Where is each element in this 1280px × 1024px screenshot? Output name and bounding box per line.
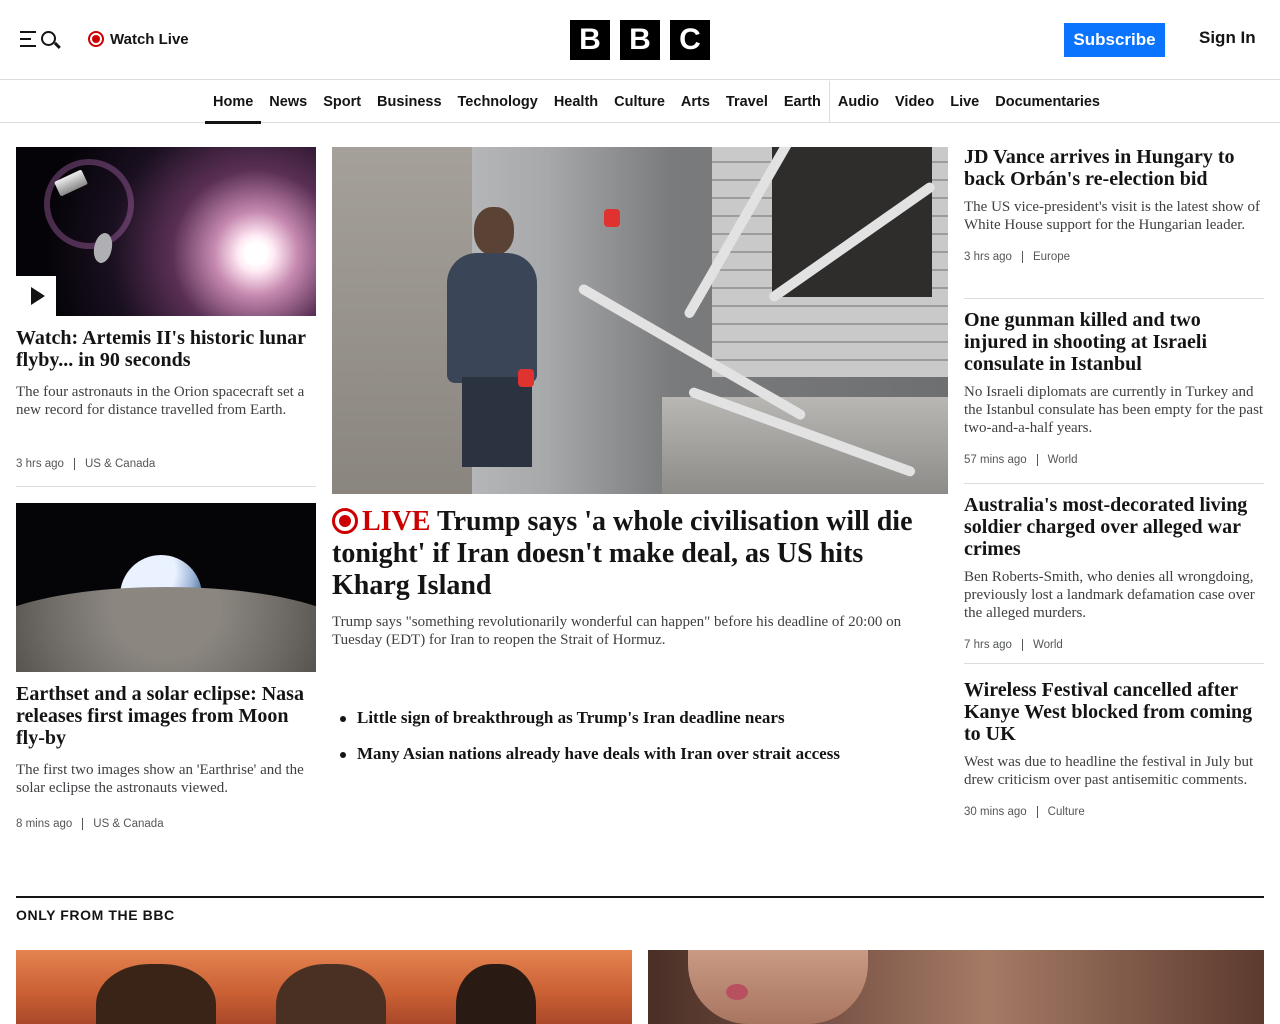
story-category[interactable]: US & Canada [73,458,155,470]
story-summary: The US vice-president's visit is the lat… [964,199,1260,233]
sign-in-link[interactable]: Sign In [1199,28,1256,48]
menu-icon [20,31,36,52]
story-category[interactable]: World [1021,639,1063,651]
nav-item-travel[interactable]: Travel [718,81,776,123]
story-headline[interactable]: Wireless Festival cancelled after Kanye … [964,679,1264,745]
person-shape [276,964,386,1024]
logo-letter-b1: B [570,20,610,60]
story-category[interactable]: World [1036,454,1077,466]
story-category[interactable]: US & Canada [82,818,164,830]
search-icon [41,31,56,46]
nav-item-technology[interactable]: Technology [450,81,546,123]
live-dot-icon [88,31,104,47]
story-meta-earthset: 8 mins ago US & Canada [16,818,164,830]
menu-search-button[interactable] [20,28,64,52]
artemis-flyby-image[interactable] [16,147,316,316]
nav-item-audio[interactable]: Audio [828,81,887,123]
story-summary-artemis: The four astronauts in the Orion spacecr… [16,384,305,418]
worker-legs [462,377,532,467]
story-headline[interactable]: One gunman killed and two injured in sho… [964,309,1264,375]
watch-live-label: Watch Live [110,30,189,48]
nav-item-earth[interactable]: Earth [776,81,829,123]
related-link[interactable]: Many Asian nations already have deals wi… [340,742,940,778]
story-category[interactable]: Europe [1021,251,1070,263]
nav-list: Home News Sport Business Technology Heal… [205,81,1108,124]
story-summary: No Israeli diplomats are currently in Tu… [964,384,1264,436]
story-meta: 30 mins ago Culture [964,806,1264,818]
play-icon[interactable] [16,276,56,316]
right-story-soldier: Australia's most-decorated living soldie… [964,494,1264,651]
feature-image-hands[interactable] [648,950,1264,1024]
story-time: 7 hrs ago [964,639,1012,651]
story-headline-earthset[interactable]: Earthset and a solar eclipse: Nasa relea… [16,683,316,749]
wound-shape [726,984,748,1000]
related-link[interactable]: Little sign of breakthrough as Trump's I… [340,706,940,742]
story-meta-artemis: 3 hrs ago US & Canada [16,458,155,470]
lead-summary: Trump says "something revolutionarily wo… [332,614,902,648]
nav-item-news[interactable]: News [261,81,315,123]
logo-letter-c: C [670,20,710,60]
nav-item-culture[interactable]: Culture [606,81,673,123]
person-shape [456,964,536,1024]
nav-item-live[interactable]: Live [942,81,987,123]
lead-headline[interactable]: LIVE Trump says 'a whole civilisation wi… [332,506,948,602]
person-shape [96,964,216,1024]
story-meta: 3 hrs ago Europe [964,251,1264,263]
story-meta: 57 mins ago World [964,454,1264,466]
section-divider [16,896,1264,898]
glove-shape [604,209,620,227]
story-time: 30 mins ago [964,806,1027,818]
logo-letter-b2: B [620,20,660,60]
nav-item-business[interactable]: Business [369,81,449,123]
related-links: Little sign of breakthrough as Trump's I… [340,706,940,778]
nav-item-sport[interactable]: Sport [315,81,369,123]
nav-item-health[interactable]: Health [546,81,606,123]
story-summary: West was due to headline the festival in… [964,754,1254,788]
worker-figure [432,207,552,467]
live-dot-icon [332,508,358,534]
divider [964,298,1264,299]
right-story-istanbul: One gunman killed and two injured in sho… [964,309,1264,466]
story-category[interactable]: Culture [1036,806,1085,818]
subscribe-button[interactable]: Subscribe [1064,23,1165,57]
right-story-wireless: Wireless Festival cancelled after Kanye … [964,679,1264,818]
story-time: 57 mins ago [964,454,1027,466]
nav-item-arts[interactable]: Arts [673,81,718,123]
moon-surface-shape [16,587,316,672]
story-time: 8 mins ago [16,818,73,830]
feature-image-people[interactable] [16,950,632,1024]
right-story-vance: JD Vance arrives in Hungary to back Orbá… [964,146,1264,263]
watch-live-link[interactable]: Watch Live [88,28,189,50]
story-headline[interactable]: JD Vance arrives in Hungary to back Orbá… [964,146,1264,190]
lead-story-image[interactable] [332,147,948,494]
story-headline[interactable]: Australia's most-decorated living soldie… [964,494,1264,560]
story-time: 3 hrs ago [964,251,1012,263]
nav-item-home[interactable]: Home [205,81,262,124]
worker-body [447,253,537,383]
bbc-logo[interactable]: B B C [570,20,710,60]
finger-shape [688,950,868,1024]
main-nav: Home News Sport Business Technology Heal… [0,81,1280,124]
divider [964,483,1264,484]
earthset-image[interactable] [16,503,316,672]
top-header: Watch Live B B C Subscribe Sign In [0,0,1280,80]
story-meta: 7 hrs ago World [964,639,1264,651]
story-headline-artemis[interactable]: Watch: Artemis II's historic lunar flyby… [16,327,316,371]
live-badge: LIVE [332,506,430,537]
nav-item-documentaries[interactable]: Documentaries [987,81,1108,123]
divider [16,486,316,487]
nav-item-video[interactable]: Video [887,81,942,123]
story-summary: Ben Roberts-Smith, who denies all wrongd… [964,569,1255,621]
live-badge-label: LIVE [362,506,431,537]
glove-shape [518,369,534,387]
story-summary-earthset: The first two images show an 'Earthrise'… [16,762,304,796]
worker-head [474,207,514,255]
section-title: ONLY FROM THE BBC [16,907,175,923]
divider [964,663,1264,664]
lens-flare [44,159,134,249]
story-time: 3 hrs ago [16,458,64,470]
